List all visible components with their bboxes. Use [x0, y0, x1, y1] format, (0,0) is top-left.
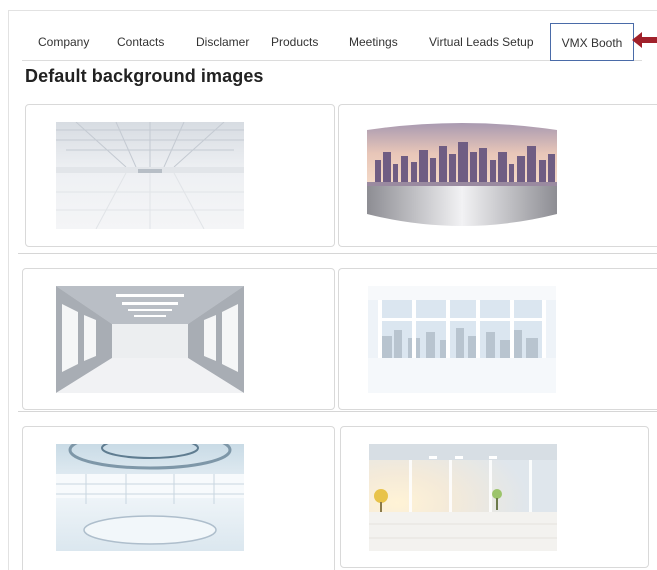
- background-card-futuristic-room[interactable]: [22, 426, 335, 570]
- background-thumbnail: [368, 286, 556, 393]
- background-card-bright-window-room[interactable]: [338, 268, 657, 410]
- row-divider: [18, 253, 657, 254]
- row-divider: [18, 411, 657, 412]
- panel-top-border: [8, 10, 657, 11]
- section-title: Default background images: [25, 66, 264, 86]
- panel-left-border: [8, 10, 9, 570]
- background-thumbnail: [369, 444, 557, 551]
- tab-vmx-booth[interactable]: VMX Booth: [550, 23, 634, 61]
- background-card-white-warehouse[interactable]: [25, 104, 335, 247]
- background-card-city-skyline[interactable]: [338, 104, 657, 247]
- pointer-arrow-icon: [632, 31, 657, 49]
- background-card-white-hall[interactable]: [22, 268, 335, 410]
- background-thumbnail: [56, 122, 244, 229]
- background-thumbnail: [367, 122, 557, 229]
- background-thumbnail: [56, 444, 244, 551]
- tab-products[interactable]: Products: [271, 23, 318, 61]
- tab-virtual-leads-setup[interactable]: Virtual Leads Setup: [429, 23, 534, 61]
- tab-contacts[interactable]: Contacts: [117, 23, 164, 61]
- tab-disclamer[interactable]: Disclamer: [196, 23, 249, 61]
- background-card-sunlit-office[interactable]: [340, 426, 649, 568]
- tab-meetings[interactable]: Meetings: [349, 23, 398, 61]
- tab-company[interactable]: Company: [38, 23, 89, 61]
- tab-bar: Company Contacts Disclamer Products Meet…: [22, 23, 642, 61]
- background-thumbnail: [56, 286, 244, 393]
